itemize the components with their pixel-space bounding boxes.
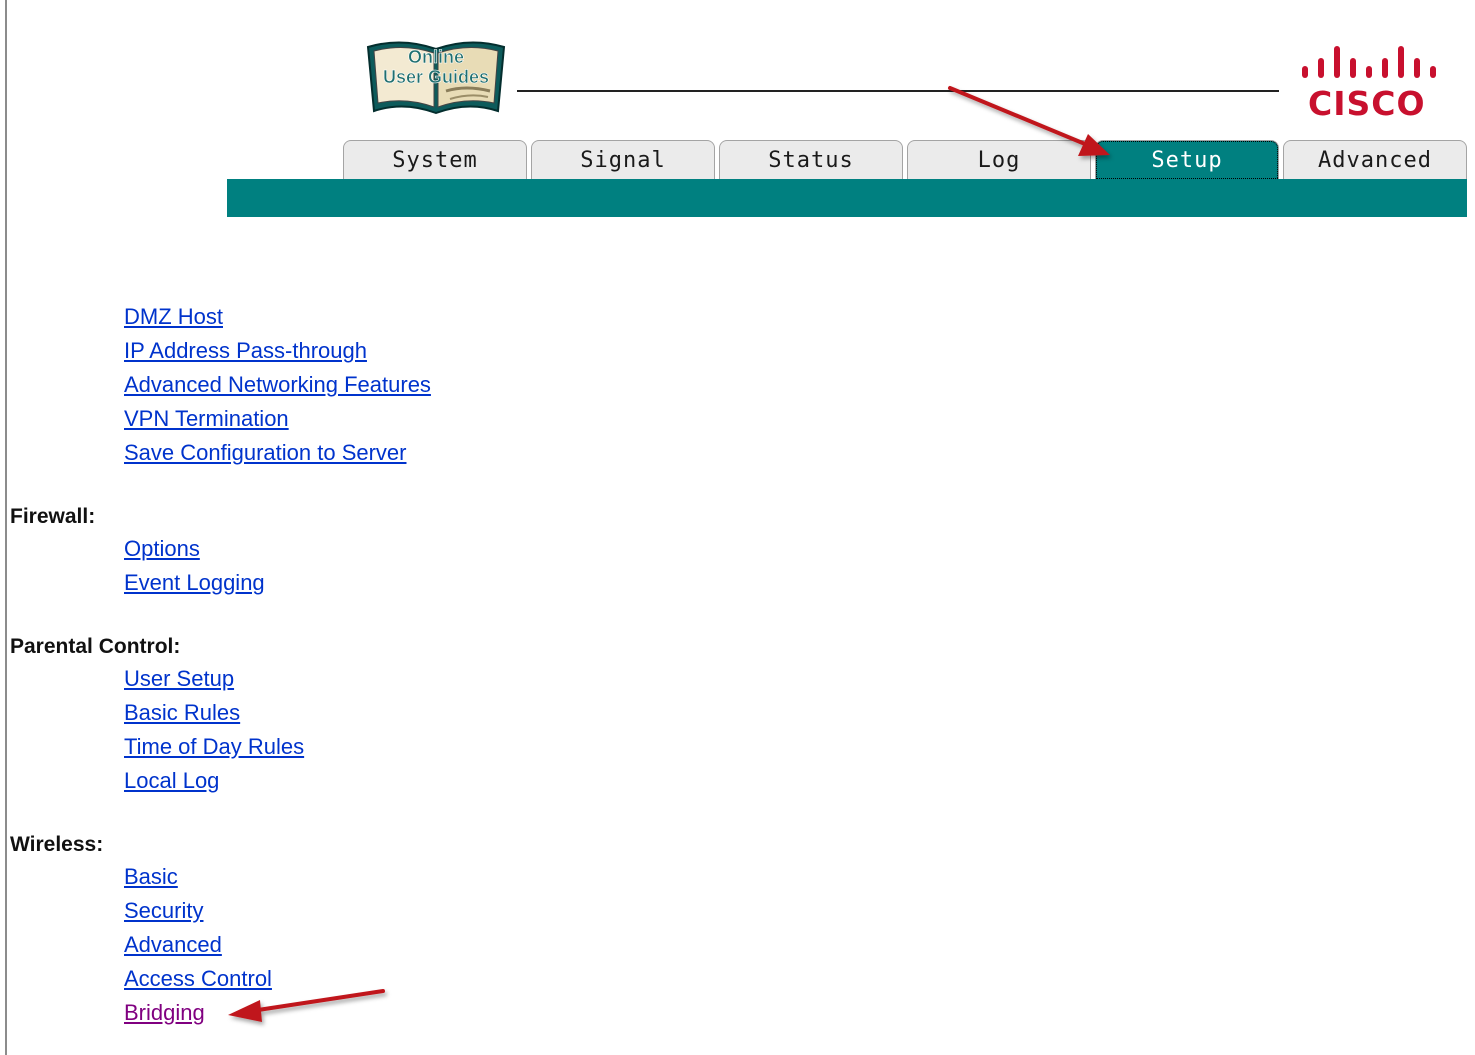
heading-parental-control: Parental Control: <box>10 635 181 658</box>
tab-advanced[interactable]: Advanced <box>1283 140 1467 180</box>
heading-wireless: Wireless: <box>10 833 104 856</box>
cisco-bars-icon <box>1302 46 1436 78</box>
link-parental-basic-rules[interactable]: Basic Rules <box>124 700 240 726</box>
link-parental-user-setup[interactable]: User Setup <box>124 666 234 692</box>
tab-system[interactable]: System <box>343 140 527 180</box>
link-parental-local-log[interactable]: Local Log <box>124 768 219 794</box>
online-user-guides-book-icon[interactable]: Online User Guides <box>366 33 508 117</box>
link-wireless-access-control[interactable]: Access Control <box>124 966 272 992</box>
cisco-wordmark: CISCO <box>1308 84 1426 123</box>
link-save-configuration-to-server[interactable]: Save Configuration to Server <box>124 440 407 466</box>
tab-status[interactable]: Status <box>719 140 903 180</box>
heading-firewall: Firewall: <box>10 505 96 528</box>
link-advanced-networking-features[interactable]: Advanced Networking Features <box>124 372 431 398</box>
link-wireless-bridging[interactable]: Bridging <box>124 1000 205 1026</box>
guide-logo-line2: User Guides <box>383 67 489 87</box>
link-firewall-options[interactable]: Options <box>124 536 200 562</box>
link-wireless-security[interactable]: Security <box>124 898 203 924</box>
link-firewall-event-logging[interactable]: Event Logging <box>124 570 265 596</box>
link-vpn-termination[interactable]: VPN Termination <box>124 406 289 432</box>
header-divider <box>517 90 1279 92</box>
link-dmz-host[interactable]: DMZ Host <box>124 304 223 330</box>
link-wireless-basic[interactable]: Basic <box>124 864 178 890</box>
link-wireless-advanced[interactable]: Advanced <box>124 932 222 958</box>
tab-signal[interactable]: Signal <box>531 140 715 180</box>
cisco-logo: CISCO <box>1296 44 1442 124</box>
main-tab-bar: System Signal Status Log Setup Advanced <box>343 140 1471 180</box>
tab-log[interactable]: Log <box>907 140 1091 180</box>
link-ip-address-pass-through[interactable]: IP Address Pass-through <box>124 338 367 364</box>
teal-menu-band <box>227 179 1467 217</box>
tab-setup[interactable]: Setup <box>1095 140 1279 180</box>
link-parental-time-of-day-rules[interactable]: Time of Day Rules <box>124 734 304 760</box>
arrow-to-bridging-link-icon <box>228 989 385 1022</box>
left-border-rule <box>5 0 7 1055</box>
guide-logo-line1: Online <box>408 47 464 67</box>
